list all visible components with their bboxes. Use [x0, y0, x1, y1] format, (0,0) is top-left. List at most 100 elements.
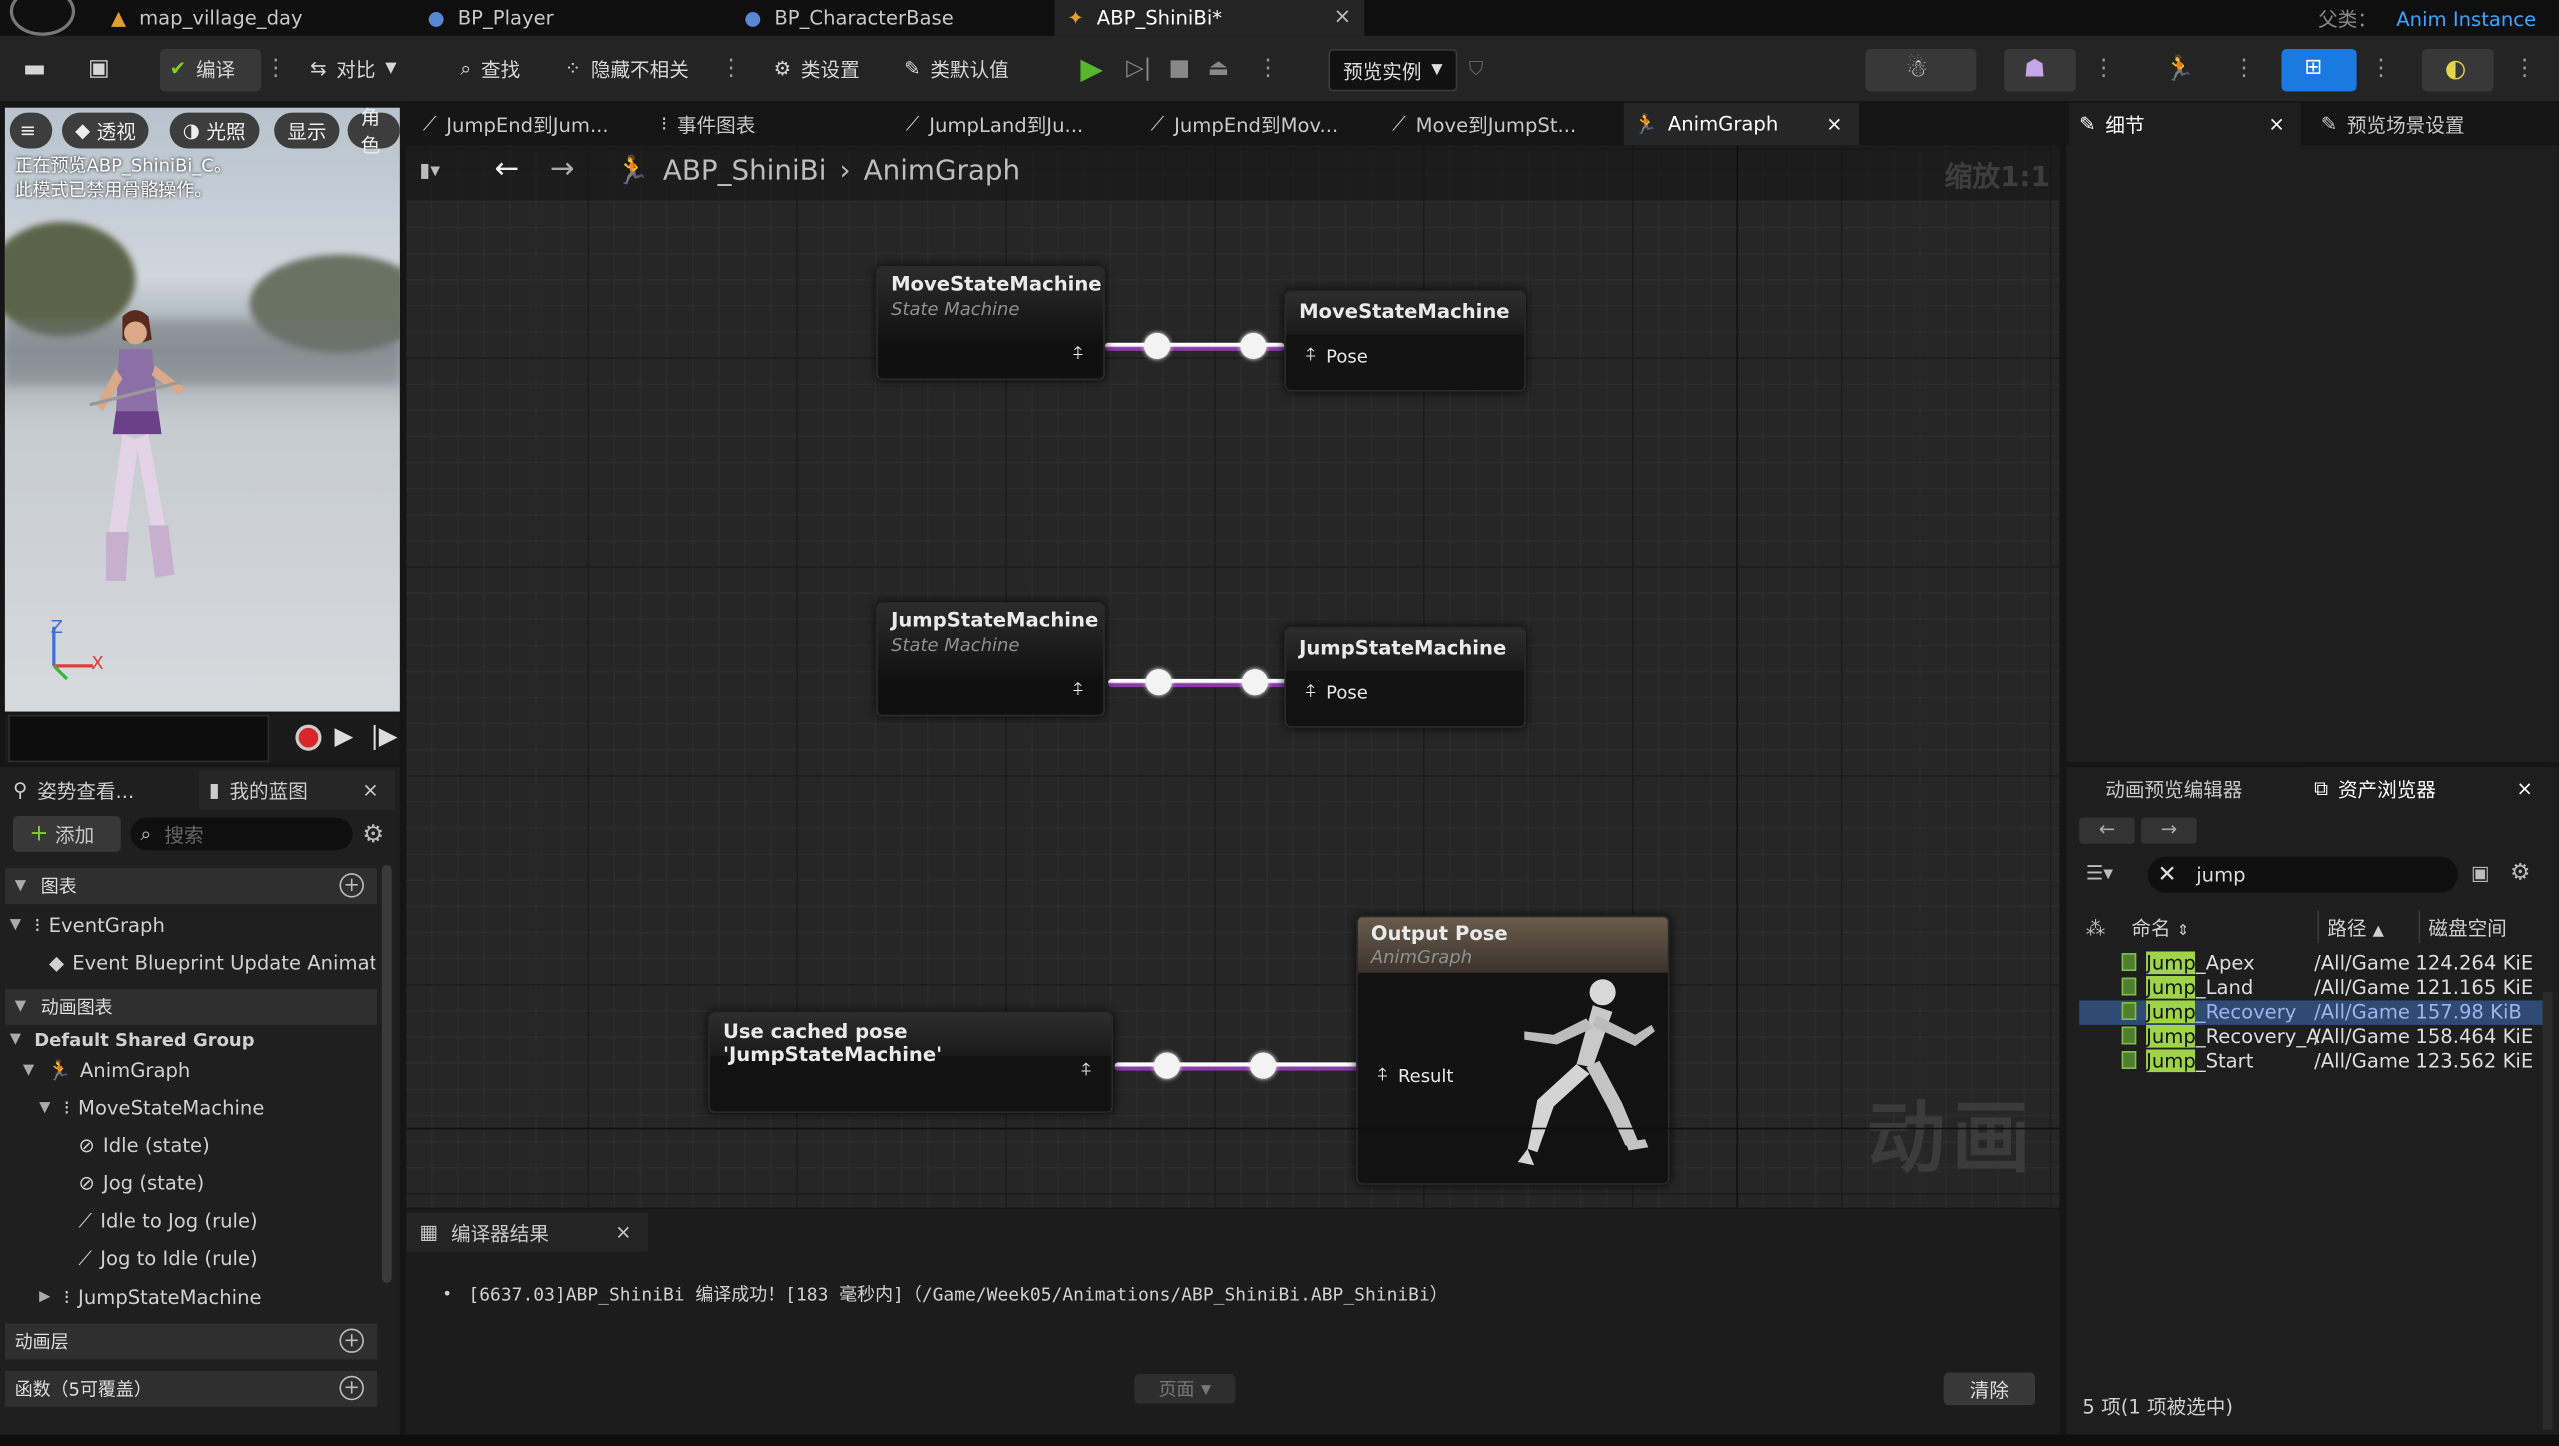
section-anim-graphs[interactable]: ▼ 动画图表: [4, 988, 377, 1025]
tree-item-idle-to-jog[interactable]: ⟋ Idle to Jog (rule): [78, 1204, 257, 1237]
doc-tab-bp-characterbase[interactable]: ● BP_CharacterBase: [744, 0, 1038, 36]
page-dropdown[interactable]: 页面 ▼: [1134, 1374, 1236, 1404]
close-icon[interactable]: ×: [2268, 113, 2284, 136]
back-button[interactable]: ←: [2079, 817, 2135, 844]
breadcrumb-current[interactable]: AnimGraph: [864, 155, 1020, 188]
tree-item-eventgraph[interactable]: ▼ ⁝ EventGraph: [10, 909, 165, 942]
settings-button[interactable]: ⚙: [2510, 860, 2531, 886]
hide-unrelated-options-button[interactable]: ⋮: [720, 49, 743, 88]
settings-button[interactable]: ⚙: [362, 819, 384, 848]
node-save-cached-move[interactable]: MoveStateMachine ⍏ Pose: [1284, 290, 1526, 392]
compile-options-button[interactable]: ⋮: [264, 49, 287, 88]
close-icon[interactable]: ×: [1826, 113, 1842, 136]
skeleton-mode-button[interactable]: ☃: [1906, 49, 1928, 88]
save-search-button[interactable]: ▣: [2471, 862, 2490, 885]
pose-input-pin[interactable]: ⍏ Pose: [1306, 344, 1368, 367]
pose-output-pin[interactable]: ⍏: [1081, 1059, 1092, 1082]
tab-graph-jumpend-move[interactable]: ⟋ JumpEnd到Mov...: [1141, 103, 1369, 145]
tree-item-event-update[interactable]: ◆ Event Blueprint Update Animation: [49, 947, 375, 980]
step-button[interactable]: ▷|: [1126, 49, 1151, 88]
viewport-lighting-button[interactable]: ◑ 光照: [169, 112, 259, 149]
add-button[interactable]: + 添加: [13, 816, 121, 852]
tab-graph-jumpend-jump[interactable]: ⟋ JumpEnd到Jum...: [413, 103, 641, 145]
parent-class-link[interactable]: Anim Instance: [2396, 8, 2536, 31]
anim-graph-canvas[interactable]: ▮▾ ← → 🏃 ABP_ShiniBi › AnimGraph 缩放1:1 M…: [406, 145, 2060, 1208]
scrollbar[interactable]: [381, 864, 392, 1283]
pose-output-pin[interactable]: ⍏: [1073, 679, 1084, 702]
class-defaults-button[interactable]: ✎ 类默认值: [904, 49, 1009, 88]
node-jump-state-machine[interactable]: JumpStateMachine State Machine ⍏: [876, 602, 1105, 717]
asset-row[interactable]: Jump_Apex/All/Game 124.264 KiE: [2079, 951, 2542, 975]
tab-graph-jumpland[interactable]: ⟋ JumpLand到Ju...: [896, 103, 1124, 145]
doc-tab-abp-shinibi[interactable]: ✦ ABP_ShiniBi* ×: [1054, 0, 1365, 36]
node-use-cached-pose[interactable]: Use cached pose 'JumpStateMachine' ⍏: [708, 1011, 1114, 1114]
back-button[interactable]: ←: [494, 152, 519, 186]
mesh-options-button[interactable]: ⋮: [2092, 49, 2115, 88]
close-tab-icon[interactable]: ×: [1333, 5, 1351, 29]
reroute-knot[interactable]: [1145, 669, 1172, 696]
tree-item-jog-to-idle[interactable]: ⟋ Jog to Idle (rule): [78, 1242, 257, 1275]
add-function-icon[interactable]: +: [339, 1375, 364, 1401]
node-save-cached-jump[interactable]: JumpStateMachine ⍏ Pose: [1284, 626, 1526, 728]
reroute-knot[interactable]: [1144, 332, 1171, 360]
find-button[interactable]: ⌕ 查找: [460, 49, 520, 88]
diff-button[interactable]: ⇆ 对比 ▼: [310, 49, 396, 88]
record-button[interactable]: [295, 724, 322, 751]
timeline-field[interactable]: [8, 714, 270, 763]
viewport-menu-button[interactable]: ≡: [9, 112, 53, 149]
column-disk-size[interactable]: 磁盘空间: [2428, 914, 2506, 942]
reroute-knot[interactable]: [1153, 1052, 1180, 1079]
pose-input-pin[interactable]: ⍏ Pose: [1306, 681, 1368, 704]
column-name[interactable]: 命名 ⇕: [2131, 914, 2189, 942]
clear-search-icon[interactable]: ✕: [2158, 862, 2177, 888]
tab-pose-watch[interactable]: ⚲ 姿势查看...: [13, 770, 134, 809]
tab-graph-move-jumpstart[interactable]: ⟋ Move到JumpSt...: [1382, 103, 1610, 145]
step-forward-button[interactable]: |▶: [370, 721, 397, 750]
asset-row[interactable]: Jump_Start/All/Game 123.562 KiE: [2079, 1049, 2542, 1073]
tree-item-animgraph[interactable]: ▼ 🏃 AnimGraph: [23, 1054, 190, 1087]
save-button[interactable]: ▬: [23, 49, 46, 88]
asset-row[interactable]: Jump_Recovery/All/Game 157.98 KiB: [2079, 1000, 2543, 1025]
doc-tab-bp-player[interactable]: ● BP_Player: [428, 0, 722, 36]
tab-graph-animgraph[interactable]: 🏃 AnimGraph ×: [1623, 102, 1859, 146]
play-preview-button[interactable]: ▶: [335, 721, 354, 750]
hide-unrelated-button[interactable]: ⁘ 隐藏不相关: [565, 49, 689, 88]
forward-button[interactable]: →: [550, 152, 575, 186]
tab-anim-preview-editor[interactable]: 动画预览编辑器: [2095, 767, 2307, 809]
doc-tab-map[interactable]: ▲ map_village_day: [108, 0, 402, 36]
close-icon[interactable]: ×: [362, 778, 378, 801]
browse-button[interactable]: ▣: [88, 49, 110, 88]
tab-graph-event[interactable]: ⁝ 事件图表: [651, 103, 879, 145]
animation-options-button[interactable]: ⋮: [2233, 49, 2256, 88]
class-settings-button[interactable]: ⚙ 类设置: [774, 49, 860, 88]
tree-item-jump-sm[interactable]: ▶ ⁝ JumpStateMachine: [39, 1281, 261, 1314]
tree-item-jog[interactable]: ⊘ Jog (state): [78, 1167, 204, 1200]
search-input[interactable]: ⌕ 搜索: [130, 817, 353, 851]
tree-item-move-sm[interactable]: ▼ ⁝ MoveStateMachine: [39, 1092, 264, 1125]
unreal-logo-icon[interactable]: [9, 0, 76, 36]
asset-row[interactable]: Jump_Recovery_A/All/Game 158.464 KiE: [2079, 1024, 2542, 1049]
animation-mode-button[interactable]: 🏃: [2164, 49, 2194, 88]
add-graph-icon[interactable]: +: [339, 873, 364, 898]
column-path[interactable]: 路径 ▲: [2327, 914, 2384, 942]
filter-button[interactable]: ☰▾: [2086, 862, 2113, 885]
stop-button[interactable]: ■: [1169, 49, 1191, 88]
tree-item-idle[interactable]: ⊘ Idle (state): [78, 1129, 209, 1162]
column-options-icon[interactable]: ⁂: [2086, 917, 2106, 940]
blueprint-options-button[interactable]: ⋮: [2370, 49, 2393, 88]
compile-button[interactable]: ✔ 编译: [170, 49, 235, 88]
reroute-knot[interactable]: [1241, 669, 1269, 696]
viewport-show-button[interactable]: 显示: [274, 112, 340, 149]
tab-details[interactable]: ✎ 细节 ×: [2069, 102, 2302, 146]
tab-asset-browser[interactable]: ⧉ 资产浏览器 ×: [2304, 767, 2550, 810]
preview-viewport[interactable]: ≡ ◆ 透视 ◑ 光照 显示 角色 正在预览ABP_ShiniBi_C。 此模式已禁…: [4, 107, 400, 712]
physics-options-button[interactable]: ⋮: [2513, 49, 2536, 88]
pose-output-pin[interactable]: ⍏: [1073, 343, 1084, 366]
asset-search-input[interactable]: ✕ jump: [2147, 856, 2458, 893]
scrollbar[interactable]: [2542, 992, 2553, 1430]
reroute-knot[interactable]: [1240, 332, 1267, 360]
close-icon[interactable]: ×: [615, 1221, 631, 1244]
section-graphs[interactable]: ▼ 图表 +: [4, 868, 377, 905]
node-output-pose[interactable]: Output Pose AnimGraph ⍏ Result: [1356, 915, 1670, 1185]
viewport-perspective-button[interactable]: ◆ 透视: [62, 112, 149, 149]
